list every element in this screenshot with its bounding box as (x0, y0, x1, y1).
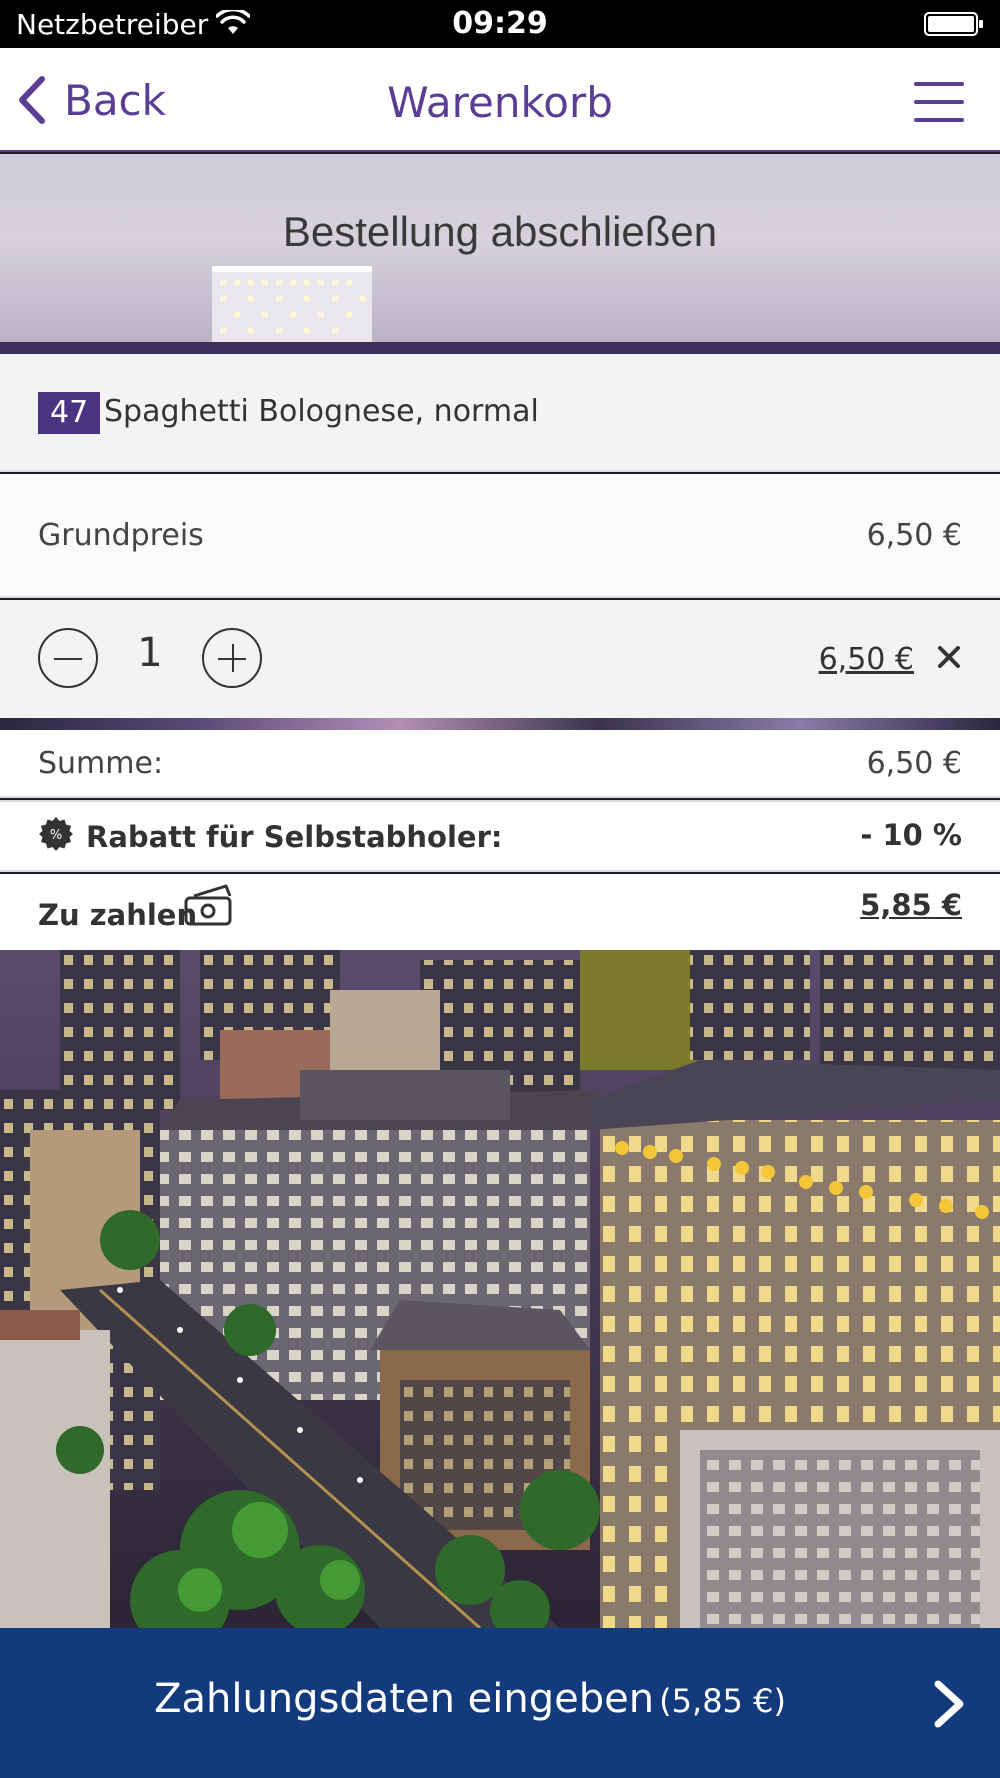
building-illustration (212, 266, 372, 342)
quantity-row: 1 6,50 € (0, 600, 1000, 718)
sum-label: Summe: (38, 746, 164, 781)
checkout-text: Zahlungsdaten eingeben (5,85 €) (0, 1676, 940, 1722)
item-number-badge: 47 (38, 392, 101, 434)
chevron-right-icon (934, 1680, 964, 1728)
decorative-strip (0, 718, 1000, 730)
city-skyline-image (0, 950, 1000, 1628)
discount-row: % Rabatt für Selbstabholer: - 10 % (0, 800, 1000, 872)
back-chevron-icon (19, 76, 45, 124)
battery-icon (924, 12, 983, 36)
base-price-label: Grundpreis (38, 518, 204, 553)
menu-icon[interactable] (914, 82, 964, 122)
cart-item-row: 47 Spaghetti Bolognese, normal (0, 354, 1000, 472)
header-divider (0, 342, 1000, 354)
sum-value: 6,50 € (866, 746, 962, 781)
sum-row: Summe: 6,50 € (0, 730, 1000, 798)
quantity-value: 1 (137, 630, 163, 676)
line-total: 6,50 € (818, 642, 914, 677)
minus-icon[interactable] (38, 628, 98, 688)
status-bar: Netzbetreiber 09:29 (0, 0, 1000, 48)
total-row: Zu zahlen 5,85 € (0, 874, 1000, 950)
section-title: Bestellung abschließen (282, 208, 718, 255)
total-label: Zu zahlen (38, 898, 198, 932)
back-label: Back (64, 75, 166, 125)
checkout-label: Zahlungsdaten eingeben (154, 1676, 655, 1722)
status-time: 09:29 (452, 6, 548, 41)
checkout-amount: (5,85 €) (659, 1682, 786, 1720)
discount-label: Rabatt für Selbstabholer: (86, 820, 503, 854)
close-icon[interactable] (934, 642, 964, 672)
plus-icon[interactable] (202, 628, 262, 688)
discount-value: - 10 % (860, 818, 962, 852)
cash-icon (184, 884, 232, 926)
navigation-bar: Back Warenkorb (0, 48, 1000, 152)
item-name: Spaghetti Bolognese, normal (104, 394, 539, 429)
total-value: 5,85 € (860, 888, 962, 922)
discount-icon: % (39, 817, 73, 851)
base-price-value: 6,50 € (866, 518, 962, 553)
svg-text:%: % (50, 828, 62, 843)
back-button[interactable]: Back (16, 72, 166, 128)
base-price-row: Grundpreis 6,50 € (0, 474, 1000, 598)
checkout-button[interactable]: Zahlungsdaten eingeben (5,85 €) (0, 1628, 1000, 1778)
header-banner: Bestellung abschließen (0, 154, 1000, 342)
